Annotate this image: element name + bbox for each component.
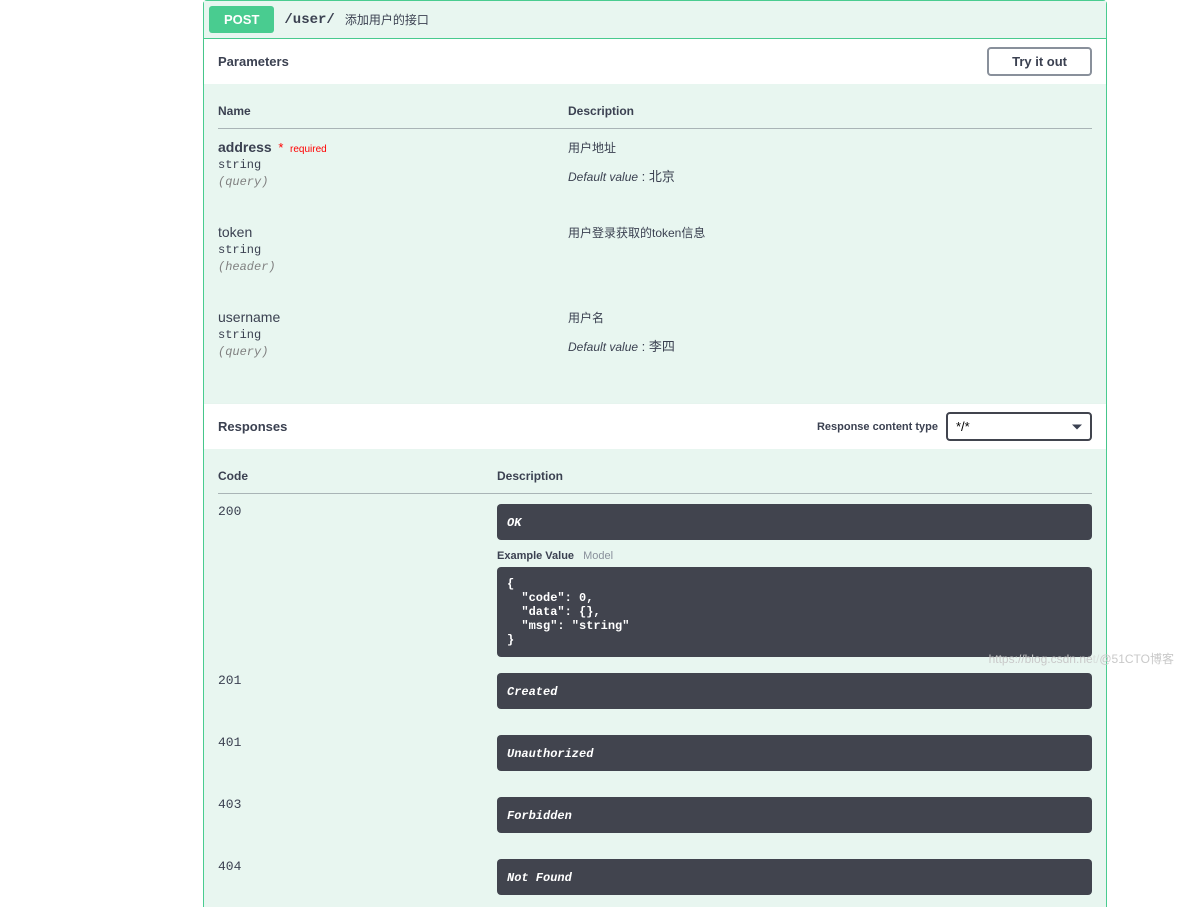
param-description: 用户登录获取的token信息	[568, 224, 1092, 241]
default-value-label: Default value	[568, 170, 638, 184]
default-value: 北京	[649, 169, 675, 184]
response-description: Not Found	[507, 871, 572, 885]
tab-example-value[interactable]: Example Value	[497, 550, 574, 562]
param-type: string	[218, 155, 568, 175]
response-description: Unauthorized	[507, 747, 593, 761]
param-row: address * required string (query) 用户地址 D…	[218, 129, 1092, 215]
param-name: username	[218, 309, 280, 325]
operation-description: 添加用户的接口	[345, 11, 429, 28]
response-row: 200 OK Example Value Model { "code": 0, …	[218, 494, 1092, 664]
parameters-body: Name Description address * required stri…	[204, 84, 1106, 404]
parameters-title: Parameters	[218, 54, 289, 69]
responses-title: Responses	[218, 419, 287, 434]
parameters-header: Parameters Try it out	[204, 39, 1106, 84]
response-description-box: Unauthorized	[497, 735, 1092, 771]
param-description: 用户名	[568, 309, 1092, 326]
default-value-colon: :	[642, 169, 649, 184]
response-description-box: Not Found	[497, 859, 1092, 895]
response-description-box: OK	[497, 504, 1092, 540]
content-type-label: Response content type	[817, 421, 938, 433]
response-code: 200	[218, 494, 497, 664]
example-code[interactable]: { "code": 0, "data": {}, "msg": "string"…	[497, 567, 1092, 657]
operation-block: POST /user/ 添加用户的接口 Parameters Try it ou…	[203, 0, 1107, 907]
http-method-badge: POST	[209, 6, 274, 33]
param-row: token string (header) 用户登录获取的token信息	[218, 214, 1092, 299]
parameters-table: Name Description address * required stri…	[218, 104, 1092, 384]
try-it-out-button[interactable]: Try it out	[987, 47, 1092, 76]
response-row: 401 Unauthorized	[218, 725, 1092, 787]
param-description: 用户地址	[568, 139, 1092, 156]
required-star: *	[275, 140, 286, 155]
default-value-label: Default value	[568, 340, 638, 354]
param-header-name: Name	[218, 104, 568, 129]
content-type-select[interactable]: */*	[946, 412, 1092, 441]
example-tabs: Example Value Model	[497, 550, 1092, 562]
required-label: required	[290, 144, 327, 155]
response-description: Forbidden	[507, 809, 572, 823]
response-code: 403	[218, 787, 497, 849]
response-header-description: Description	[497, 469, 1092, 494]
operation-summary[interactable]: POST /user/ 添加用户的接口	[204, 1, 1106, 39]
response-description: OK	[507, 516, 521, 530]
response-code: 401	[218, 725, 497, 787]
default-value: 李四	[649, 339, 675, 354]
response-row: 403 Forbidden	[218, 787, 1092, 849]
response-row: 404 Not Found	[218, 849, 1092, 907]
response-header-code: Code	[218, 469, 497, 494]
param-name: address	[218, 139, 272, 155]
operation-path: /user/	[274, 12, 344, 28]
response-description: Created	[507, 685, 557, 699]
param-in: (header)	[218, 260, 568, 274]
param-in: (query)	[218, 175, 568, 189]
responses-table: Code Description 200 OK Example Value Mo…	[218, 469, 1092, 907]
param-row: username string (query) 用户名 Default valu…	[218, 299, 1092, 384]
param-header-description: Description	[568, 104, 1092, 129]
param-type: string	[218, 325, 568, 345]
response-description-box: Forbidden	[497, 797, 1092, 833]
param-in: (query)	[218, 345, 568, 359]
tab-model[interactable]: Model	[577, 550, 613, 562]
param-type: string	[218, 240, 568, 260]
response-code: 201	[218, 663, 497, 725]
response-description-box: Created	[497, 673, 1092, 709]
response-row: 201 Created	[218, 663, 1092, 725]
response-code: 404	[218, 849, 497, 907]
default-value-colon: :	[642, 339, 649, 354]
responses-header: Responses Response content type */*	[204, 404, 1106, 449]
responses-body: Code Description 200 OK Example Value Mo…	[204, 449, 1106, 907]
param-name: token	[218, 224, 252, 240]
watermark: https://blog.csdn.net/@51CTO博客	[989, 650, 1174, 667]
content-type-select-wrap: */*	[946, 412, 1092, 441]
